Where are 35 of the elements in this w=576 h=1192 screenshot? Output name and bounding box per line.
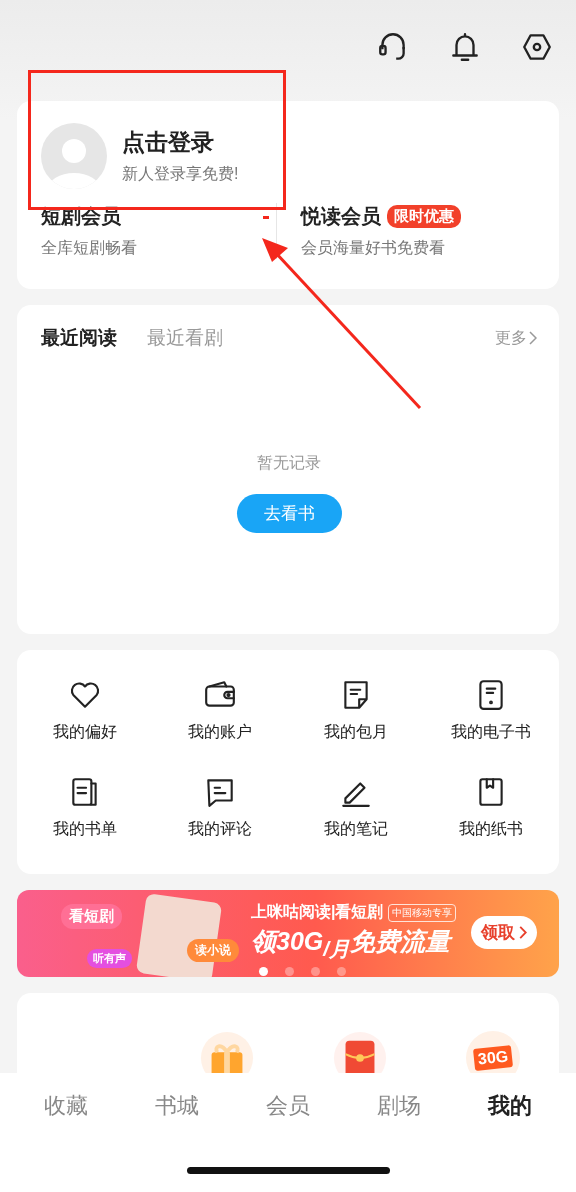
nav-tab[interactable]: 剧场: [377, 1091, 422, 1121]
recent-tab[interactable]: 最近阅读: [41, 325, 117, 351]
membership-description: 会员海量好书免费看: [300, 238, 446, 258]
membership-description: 全库短剧畅看: [41, 238, 138, 258]
login-promo-text: 新人登录享免费!: [122, 164, 239, 184]
shortcut-label[interactable]: 我的包月: [323, 722, 388, 743]
shortcut-label[interactable]: 我的书单: [52, 819, 117, 840]
carousel-dot[interactable]: [259, 967, 268, 976]
promo-banner[interactable]: 看短剧 听有声 读小说 上咪咕阅读|看短剧 中国移动专享 领30G$_{/月}$免费流量 领取: [17, 890, 559, 977]
promo-bubble: 看短剧: [61, 904, 122, 929]
nav-tab[interactable]: 会员: [265, 1091, 310, 1121]
shortcut-label[interactable]: 我的评论: [188, 819, 253, 840]
empty-state-text: 暂无记录: [257, 453, 321, 473]
nav-tab[interactable]: 书城: [154, 1091, 199, 1121]
carousel-dot[interactable]: [311, 967, 320, 976]
claim-button[interactable]: 领取: [471, 916, 537, 949]
banner-slogan: 领30G$_{/月}$免费流量: [251, 926, 454, 962]
promo-bubble: 读小说: [187, 939, 239, 962]
chevron-right-icon[interactable]: [519, 926, 527, 939]
banner-tag: 中国移动专享: [388, 903, 457, 922]
promo-badge: 限时优惠: [386, 205, 461, 228]
login-link[interactable]: 点击登录: [122, 127, 239, 158]
shortcut-label[interactable]: 我的账户: [188, 722, 253, 743]
membership-title[interactable]: 悦读会员: [300, 203, 381, 230]
carousel-dot[interactable]: [337, 967, 346, 976]
shortcut-label[interactable]: 我的纸书: [459, 819, 524, 840]
banner-headline: 上咪咕阅读|看短剧: [251, 902, 384, 922]
carousel-dot[interactable]: [285, 967, 294, 976]
shortcut-label[interactable]: 我的电子书: [451, 722, 532, 743]
nav-tab[interactable]: 我的: [488, 1091, 533, 1121]
promo-bubble: 听有声: [87, 949, 132, 968]
chevron-right-icon[interactable]: [529, 331, 537, 345]
shortcut-label[interactable]: 我的偏好: [52, 722, 117, 743]
shortcut-label[interactable]: 我的笔记: [323, 819, 388, 840]
nav-tab[interactable]: 收藏: [43, 1091, 88, 1121]
